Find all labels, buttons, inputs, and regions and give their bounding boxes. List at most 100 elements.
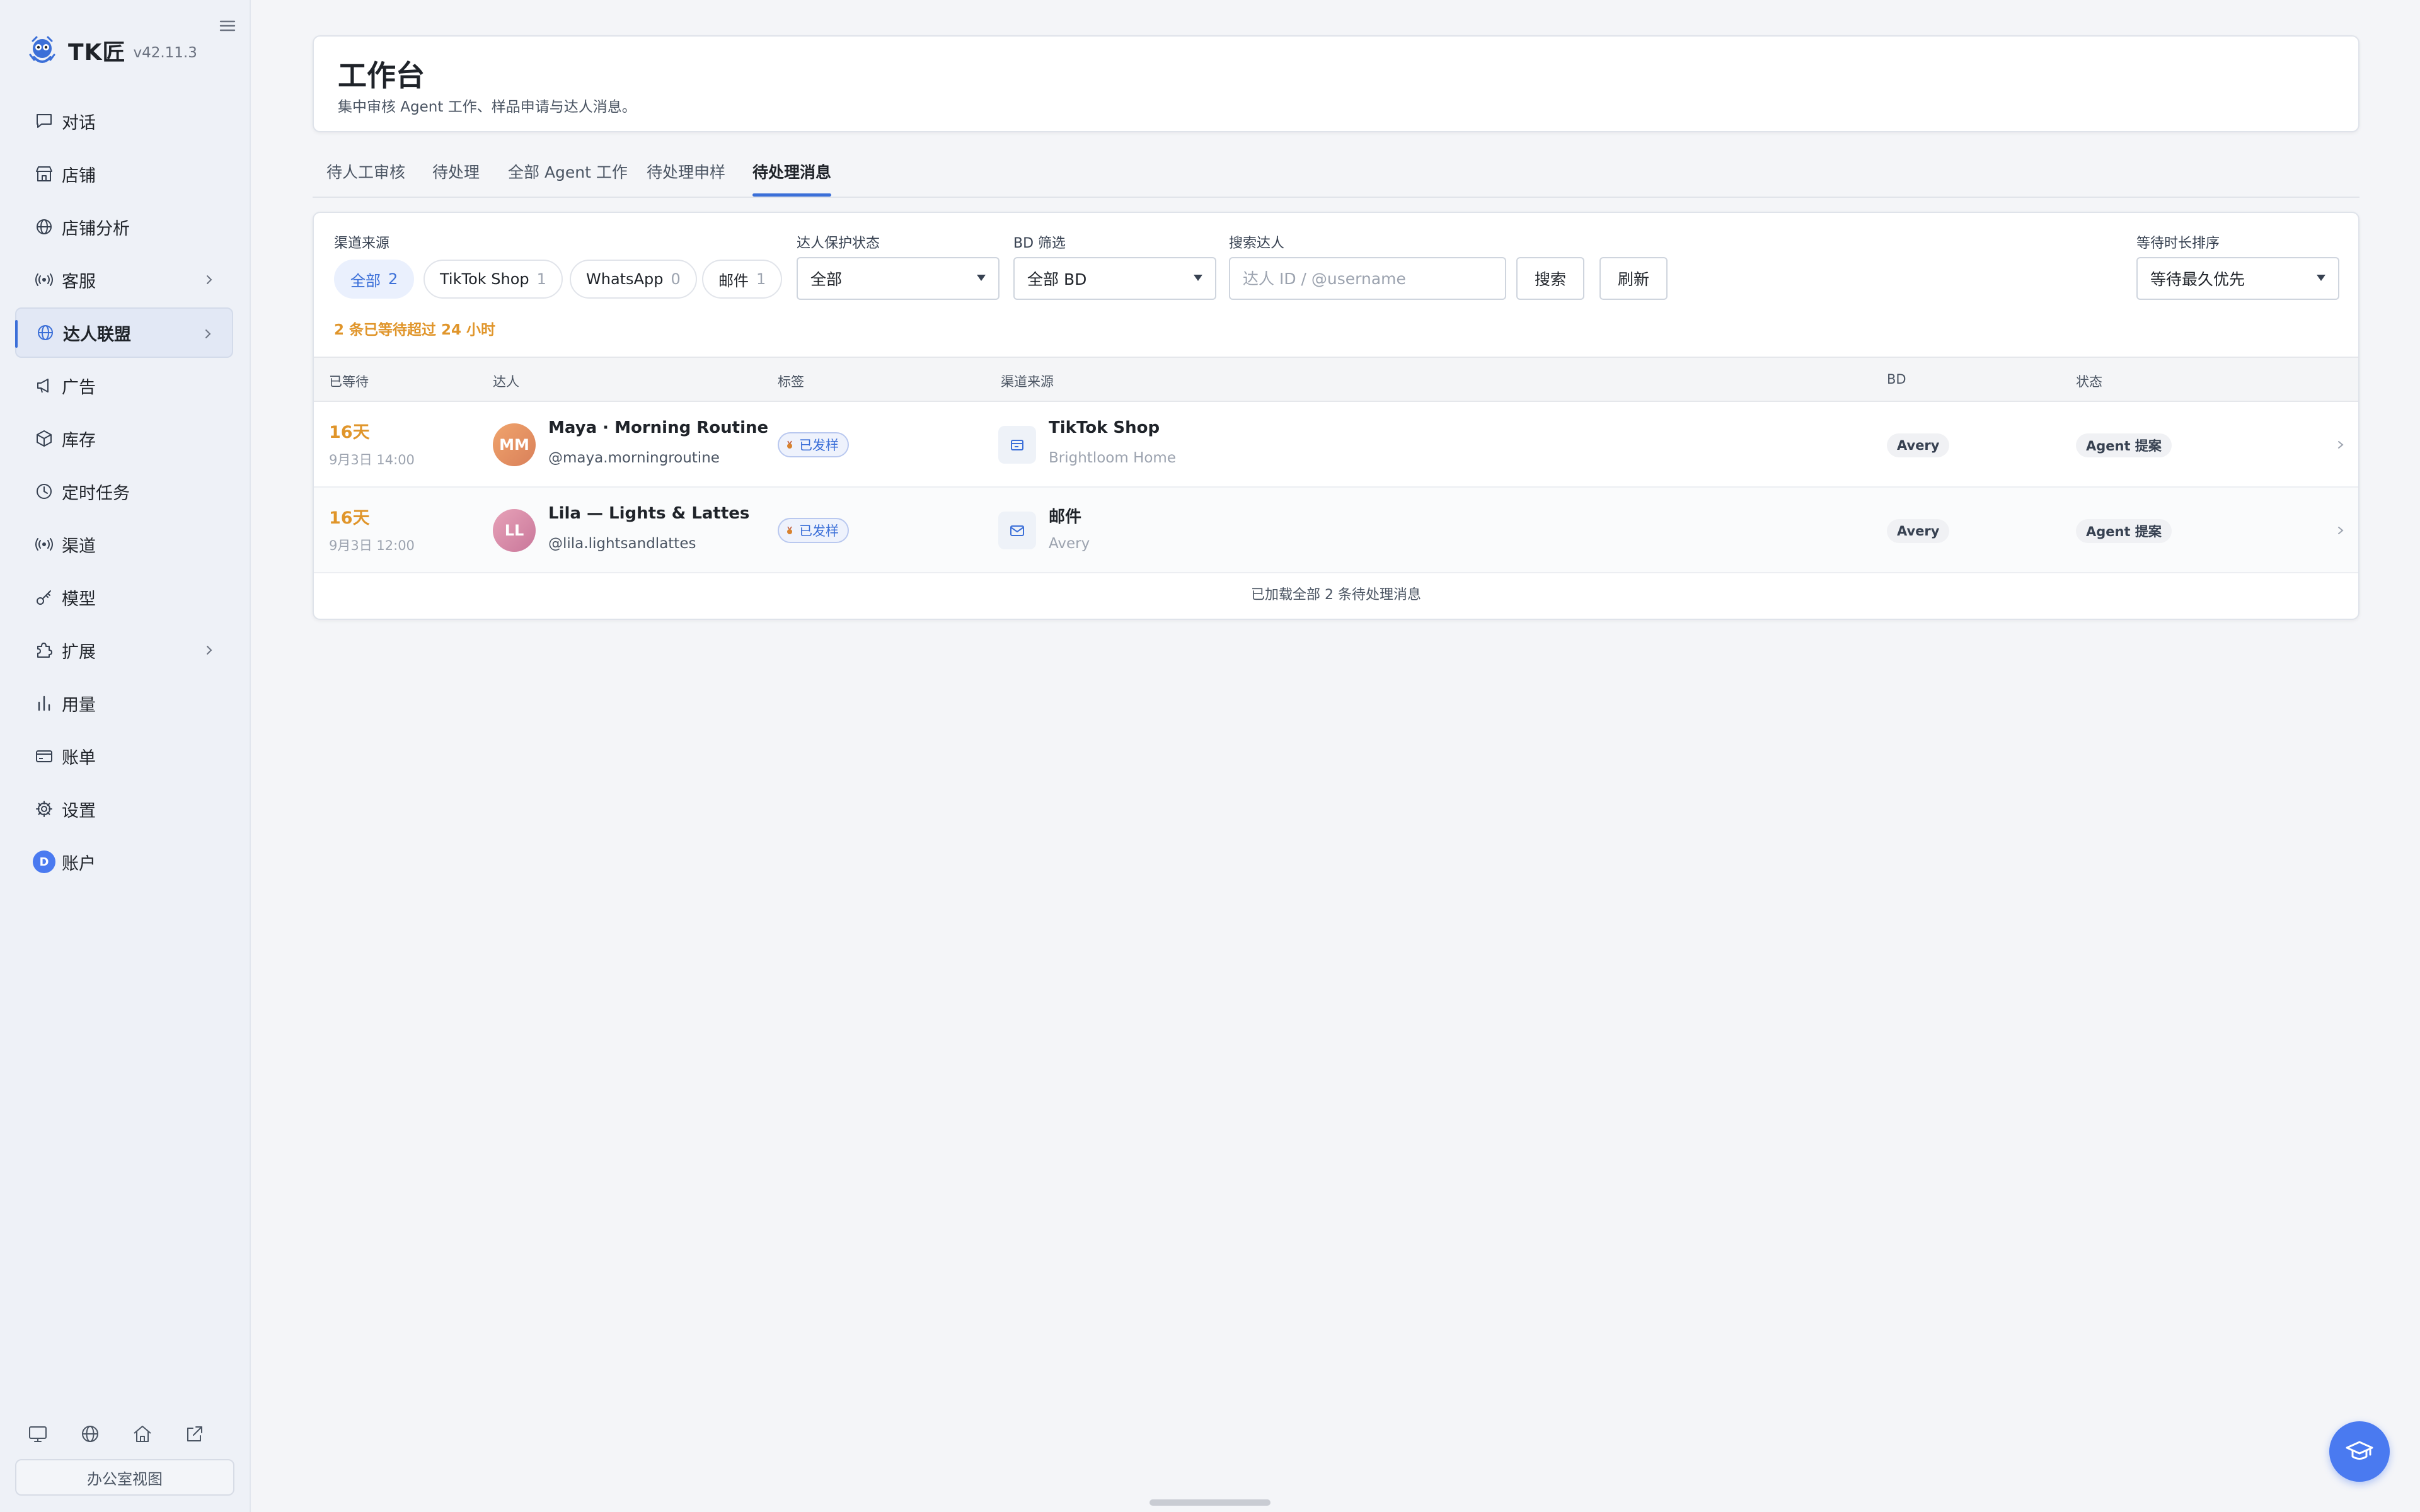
sidebar-item-label: 达人联盟 <box>63 324 131 345</box>
sort-select[interactable]: 等待最久优先 <box>2136 257 2339 300</box>
sidebar-item-label: 模型 <box>62 589 96 609</box>
office-view-button[interactable]: 办公室视图 <box>15 1459 234 1496</box>
page-title: 工作台 <box>338 59 425 93</box>
status-badge: Agent 提案 <box>2076 433 2172 457</box>
wait-since: 9月3日 12:00 <box>329 538 415 553</box>
column-header: BD <box>1887 372 1906 387</box>
sidebar-item-scheduled-tasks[interactable]: 定时任务 <box>15 466 233 517</box>
protect-filter-label: 达人保护状态 <box>797 236 880 251</box>
mail-icon <box>998 512 1036 549</box>
tab-pending-messages[interactable]: 待处理消息 <box>752 160 832 197</box>
sidebar-item-settings[interactable]: 设置 <box>15 784 233 834</box>
sidebar-item-label: 对话 <box>62 113 96 133</box>
dropdown-arrow-icon <box>977 275 986 281</box>
home-icon[interactable] <box>130 1421 155 1446</box>
sidebar-item-label: 设置 <box>62 801 96 821</box>
sidebar-item-account[interactable]: D 账户 <box>15 837 233 887</box>
table-header: 已等待 达人 标签 渠道来源 BD 状态 <box>314 357 2358 402</box>
channel-chip-email[interactable]: 邮件 1 <box>702 260 783 299</box>
broadcast-icon <box>33 268 55 291</box>
medal-icon <box>787 526 792 534</box>
sidebar-item-store-analytics[interactable]: 店铺分析 <box>15 202 233 252</box>
chip-count: 2 <box>388 270 398 288</box>
channel-chip-tiktok-shop[interactable]: TikTok Shop 1 <box>424 260 563 299</box>
credit-card-icon <box>33 745 55 767</box>
sidebar-item-billing[interactable]: 账单 <box>15 731 233 781</box>
tab-pending-samples[interactable]: 待处理申样 <box>647 160 725 195</box>
tag-label: 已发样 <box>799 524 839 539</box>
sidebar: TK匠 v42.11.3 对话 店铺 店铺分析 客服 达人联盟 广告 库存 定时… <box>0 0 251 1512</box>
gear-icon <box>33 798 55 820</box>
collapse-sidebar-icon[interactable] <box>217 16 238 35</box>
wait-since: 9月3日 14:00 <box>329 452 415 467</box>
store-icon <box>33 163 55 185</box>
channel-filter-label: 渠道来源 <box>334 236 390 251</box>
bd-badge: Avery <box>1887 519 1950 543</box>
search-button[interactable]: 搜索 <box>1516 257 1584 300</box>
monitor-icon[interactable] <box>25 1421 50 1446</box>
sample-sent-tag: 已发样 <box>778 432 849 457</box>
tab-all-agent-work[interactable]: 全部 Agent 工作 <box>508 160 628 195</box>
sidebar-item-usage[interactable]: 用量 <box>15 678 233 728</box>
chevron-right-icon <box>207 275 212 284</box>
external-link-icon[interactable] <box>182 1421 207 1446</box>
table-row[interactable]: 16天 9月3日 14:00 MM Maya · Morning Routine… <box>314 402 2358 488</box>
sidebar-item-label: 客服 <box>62 272 96 292</box>
page-header: 工作台 集中审核 Agent 工作、样品申请与达人消息。 <box>313 35 2360 132</box>
sidebar-item-label: 用量 <box>62 695 96 715</box>
sidebar-item-inventory[interactable]: 库存 <box>15 413 233 464</box>
horizontal-scrollbar[interactable] <box>1150 1499 1270 1506</box>
column-header: 渠道来源 <box>1001 374 1054 389</box>
chip-label: WhatsApp <box>586 270 664 288</box>
column-header: 标签 <box>778 374 804 389</box>
chip-label: 全部 <box>350 272 381 290</box>
tag-label: 已发样 <box>799 438 839 453</box>
chip-label: TikTok Shop <box>440 270 529 288</box>
globe-icon[interactable] <box>78 1421 103 1446</box>
refresh-button[interactable]: 刷新 <box>1599 257 1668 300</box>
graduation-cap-icon <box>2346 1441 2373 1460</box>
table-row[interactable]: 16天 9月3日 12:00 LL Lila — Lights & Lattes… <box>314 488 2358 573</box>
chat-icon <box>33 110 55 132</box>
app-logo[interactable]: TK匠 v42.11.3 <box>25 30 197 71</box>
search-input[interactable] <box>1229 257 1506 300</box>
tab-bar: 待人工审核 待处理 全部 Agent 工作 待处理申样 待处理消息 <box>313 151 2360 198</box>
tab-pending-review[interactable]: 待人工审核 <box>326 160 405 195</box>
sidebar-item-channels[interactable]: 渠道 <box>15 519 233 570</box>
creator-avatar: MM <box>493 423 536 466</box>
dropdown-arrow-icon <box>1194 275 1202 281</box>
sidebar-item-chat[interactable]: 对话 <box>15 96 233 146</box>
sidebar-item-customer-service[interactable]: 客服 <box>15 255 233 305</box>
search-label: 搜索达人 <box>1229 236 1285 251</box>
megaphone-icon <box>33 374 55 397</box>
tutorial-button[interactable] <box>2329 1421 2390 1482</box>
bd-filter-select[interactable]: 全部 BD <box>1013 257 1216 300</box>
sidebar-item-label: 账户 <box>62 854 96 874</box>
chevron-right-icon <box>207 646 212 655</box>
sidebar-item-label: 账单 <box>62 748 96 768</box>
sidebar-item-store[interactable]: 店铺 <box>15 149 233 199</box>
bar-chart-icon <box>33 692 55 714</box>
logo-icon <box>29 36 55 63</box>
chevron-right-icon[interactable] <box>2336 437 2346 452</box>
broadcast-icon <box>33 533 55 556</box>
column-header: 达人 <box>493 374 519 389</box>
creator-handle: @maya.morningroutine <box>548 450 720 466</box>
channel-chip-all[interactable]: 全部 2 <box>334 260 415 299</box>
sidebar-item-creator-alliance[interactable]: 达人联盟 <box>15 307 233 358</box>
tab-pending[interactable]: 待处理 <box>432 160 480 195</box>
channel-chip-whatsapp[interactable]: WhatsApp 0 <box>570 260 697 299</box>
channel-name: TikTok Shop <box>1049 418 1160 437</box>
overdue-warning: 2 条已等待超过 24 小时 <box>334 322 496 338</box>
sidebar-item-label: 店铺 <box>62 166 96 186</box>
chip-count: 1 <box>756 270 766 288</box>
creator-name: Maya · Morning Routine <box>548 418 769 437</box>
sidebar-item-ads[interactable]: 广告 <box>15 360 233 411</box>
chevron-right-icon[interactable] <box>2336 523 2346 538</box>
creator-handle: @lila.lightsandlattes <box>548 536 696 552</box>
sidebar-item-label: 定时任务 <box>62 483 130 503</box>
sidebar-item-models[interactable]: 模型 <box>15 572 233 622</box>
protect-status-select[interactable]: 全部 <box>797 257 1000 300</box>
sidebar-item-extensions[interactable]: 扩展 <box>15 625 233 675</box>
chip-label: 邮件 <box>718 272 749 290</box>
